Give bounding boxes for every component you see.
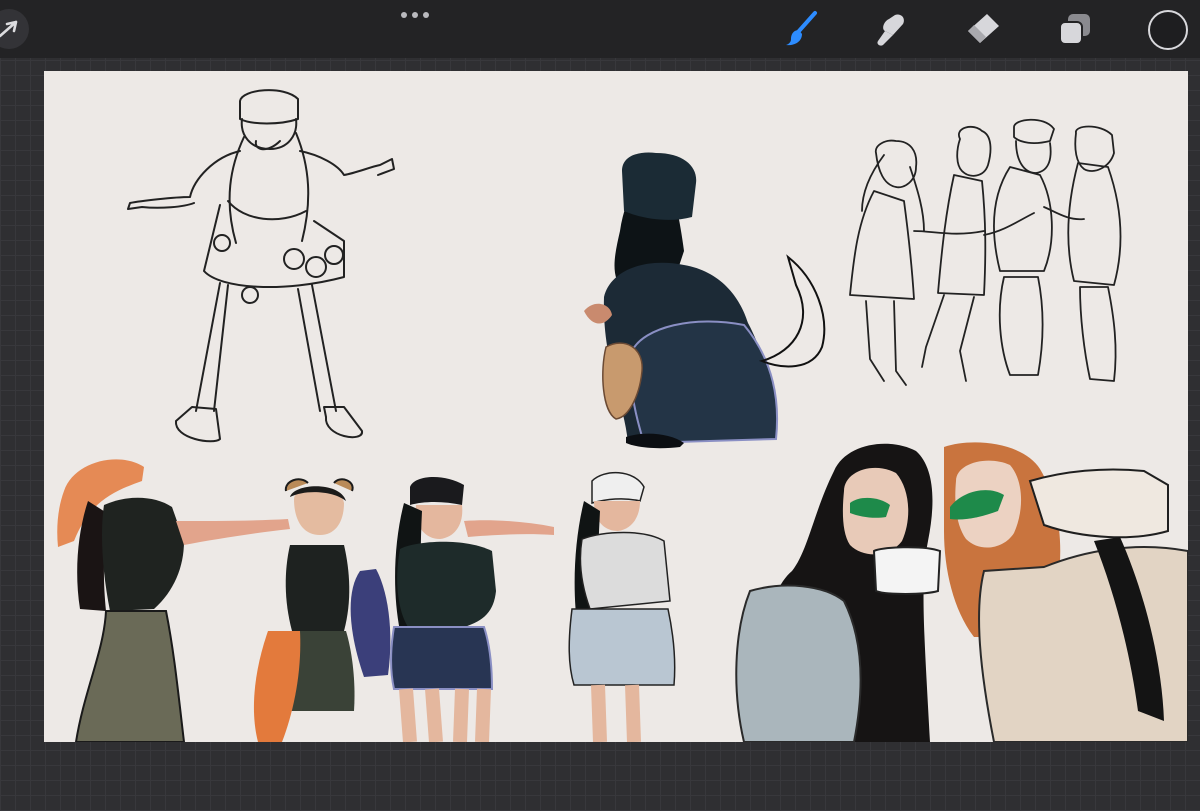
sketch-girls-pointing	[57, 459, 676, 742]
smudge-icon[interactable]	[868, 6, 914, 52]
drawing-canvas[interactable]	[44, 71, 1188, 742]
color-swatch[interactable]	[1148, 10, 1188, 50]
sketch-crouching-girl	[584, 152, 826, 449]
brush-icon[interactable]	[778, 6, 824, 52]
navigate-arrow-icon[interactable]	[0, 6, 32, 52]
sketch-girl-arms-out	[127, 89, 395, 443]
sketch-four-friends	[849, 118, 1122, 386]
artwork	[57, 89, 1188, 742]
eraser-icon[interactable]	[960, 6, 1006, 52]
top-toolbar	[0, 0, 1200, 58]
layers-icon[interactable]	[1052, 6, 1098, 52]
more-dots-icon[interactable]	[394, 4, 436, 26]
painting-selfie	[735, 442, 1188, 742]
procreate-workspace	[0, 0, 1200, 811]
